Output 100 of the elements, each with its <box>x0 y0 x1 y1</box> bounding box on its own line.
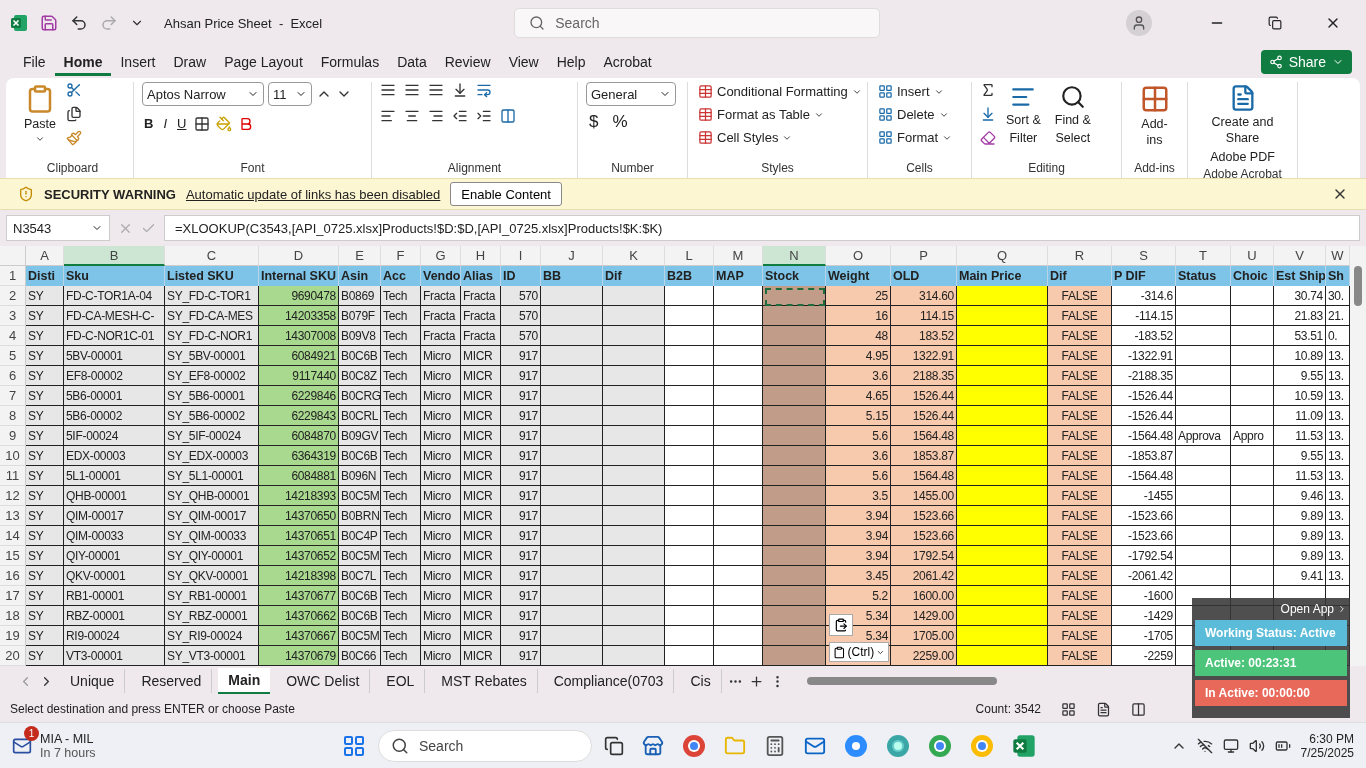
normal-view-icon[interactable] <box>1061 701 1076 717</box>
column-header[interactable]: H <box>461 246 501 266</box>
menu-tab[interactable]: Help <box>547 48 595 76</box>
menu-tab[interactable]: Review <box>435 48 500 76</box>
cells-button[interactable]: Delete <box>876 105 951 124</box>
column-header[interactable]: P <box>891 246 957 266</box>
start-icon[interactable] <box>342 733 366 758</box>
browser-icon[interactable] <box>970 733 994 758</box>
currency-button[interactable]: $ <box>586 112 602 132</box>
menu-tab[interactable]: Page Layout <box>215 48 312 76</box>
column-header[interactable]: G <box>421 246 461 266</box>
row-number[interactable]: 13 <box>0 506 26 526</box>
security-link[interactable]: Automatic update of links has been disabled <box>185 186 441 202</box>
row-number[interactable]: 18 <box>0 606 26 626</box>
bold-button[interactable]: B <box>142 114 156 133</box>
sheet-tab[interactable]: Compliance(0703 <box>543 669 675 693</box>
page-break-icon[interactable] <box>1131 701 1146 717</box>
align-center-icon[interactable] <box>404 108 420 124</box>
row-number[interactable]: 10 <box>0 446 26 466</box>
enable-content-button[interactable]: Enable Content <box>450 182 562 206</box>
add-sheet-icon[interactable] <box>748 673 764 689</box>
percent-button[interactable]: % <box>609 112 631 132</box>
menu-tab[interactable]: Acrobat <box>594 48 661 76</box>
row-number[interactable]: 17 <box>0 586 26 606</box>
copy-icon[interactable] <box>65 106 82 122</box>
column-header[interactable]: O <box>826 246 891 266</box>
column-header[interactable]: I <box>501 246 541 266</box>
weather-title[interactable]: MIA - MIL <box>40 731 96 746</box>
styles-button[interactable]: Format as Table <box>696 105 826 124</box>
sheet-tab[interactable]: Main <box>218 668 271 694</box>
menu-tab[interactable]: Data <box>388 48 436 76</box>
column-header[interactable]: E <box>339 246 381 266</box>
clock-date[interactable]: 7/25/2025 <box>1300 745 1354 760</box>
row-number[interactable]: 9 <box>0 426 26 446</box>
number-format-dropdown[interactable]: General <box>586 82 676 106</box>
decrease-indent-icon[interactable] <box>452 108 468 124</box>
column-header[interactable]: N <box>763 246 826 266</box>
calculator-icon[interactable] <box>764 734 786 757</box>
sheet-tab[interactable]: Unique <box>60 669 126 693</box>
column-header[interactable]: Q <box>957 246 1048 266</box>
paste-options-button[interactable]: (Ctrl) <box>829 642 889 662</box>
column-header[interactable]: W <box>1326 246 1350 266</box>
browser-icon[interactable] <box>682 733 706 758</box>
row-number[interactable]: 15 <box>0 546 26 566</box>
styles-button[interactable]: Cell Styles <box>696 128 795 147</box>
sum-icon[interactable] <box>980 82 996 98</box>
align-middle-icon[interactable] <box>404 82 420 98</box>
taskbar-search-field[interactable]: Search <box>378 729 592 762</box>
page-layout-icon[interactable] <box>1096 701 1111 717</box>
align-top-icon[interactable] <box>380 82 396 98</box>
column-header[interactable]: D <box>259 246 339 266</box>
name-box[interactable]: N3543 <box>6 215 110 241</box>
italic-button[interactable]: I <box>161 114 169 133</box>
row-number[interactable]: 2 <box>0 286 26 306</box>
column-header[interactable]: K <box>603 246 665 266</box>
create-pdf-button[interactable]: Create and Share Adobe PDF <box>1196 82 1289 167</box>
task-view-icon[interactable] <box>604 735 624 756</box>
row-number[interactable]: 20 <box>0 646 26 666</box>
column-header[interactable]: V <box>1274 246 1326 266</box>
browser-icon[interactable] <box>928 733 952 758</box>
cells-button[interactable]: Insert <box>876 82 946 101</box>
font-family-dropdown[interactable]: Aptos Narrow <box>142 82 264 106</box>
styles-button[interactable]: Conditional Formatting <box>696 82 864 101</box>
search-field[interactable]: Search <box>514 8 881 38</box>
wrap-text-icon[interactable] <box>476 82 492 98</box>
align-bottom-icon[interactable] <box>428 82 444 98</box>
add-ins-button[interactable]: Add-ins <box>1130 82 1179 151</box>
share-button[interactable]: Share <box>1260 50 1352 74</box>
sheet-tab[interactable]: Cis <box>680 669 722 693</box>
row-number[interactable]: 14 <box>0 526 26 546</box>
sheet-tab[interactable]: EOL <box>376 669 426 693</box>
font-size-dropdown[interactable]: 11 <box>268 82 312 106</box>
sheet-tab[interactable]: Reserved <box>131 669 213 693</box>
sheet-tab[interactable]: MST Rebates <box>431 669 538 693</box>
sort-filter-button[interactable]: Sort & Filter <box>1002 82 1045 149</box>
save-icon[interactable] <box>40 14 58 32</box>
column-header[interactable]: M <box>714 246 763 266</box>
avatar-icon[interactable] <box>1126 10 1152 36</box>
menu-tab[interactable]: Draw <box>164 48 216 76</box>
display-icon[interactable] <box>1222 737 1239 754</box>
paste-button[interactable]: Paste <box>20 82 60 147</box>
merge-icon[interactable] <box>500 108 516 124</box>
row-number[interactable]: 4 <box>0 326 26 346</box>
row-number[interactable]: 7 <box>0 386 26 406</box>
column-header[interactable]: U <box>1231 246 1274 266</box>
row-number[interactable]: 6 <box>0 366 26 386</box>
undo-icon[interactable] <box>70 14 88 32</box>
row-number[interactable]: 1 <box>0 266 26 286</box>
cells-button[interactable]: Format <box>876 128 955 147</box>
vertical-scrollbar[interactable] <box>1350 246 1366 666</box>
sheet-tab[interactable]: OWC Delist <box>276 669 371 693</box>
column-header[interactable]: A <box>26 246 64 266</box>
menu-tab[interactable]: Formulas <box>311 48 389 76</box>
eraser-icon[interactable] <box>980 130 996 146</box>
menu-tab[interactable]: Insert <box>111 48 165 76</box>
align-right-icon[interactable] <box>428 108 444 124</box>
column-header[interactable]: F <box>381 246 421 266</box>
row-number[interactable]: 19 <box>0 626 26 646</box>
increase-indent-icon[interactable] <box>476 108 492 124</box>
column-header[interactable]: B <box>64 246 165 266</box>
